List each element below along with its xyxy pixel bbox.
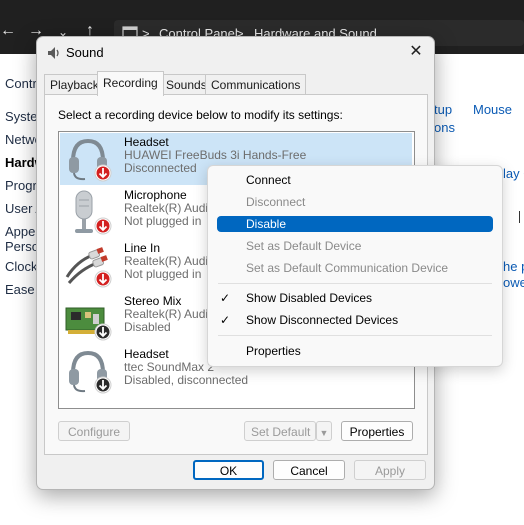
device-driver: ttec SoundMax 2 bbox=[124, 360, 215, 374]
link-power[interactable]: he po bbox=[503, 259, 524, 274]
menu-item-disable[interactable]: Disable bbox=[217, 216, 493, 232]
menu-label: Show Disconnected Devices bbox=[246, 313, 399, 327]
apply-button[interactable]: Apply bbox=[354, 460, 426, 480]
device-name: Line In bbox=[124, 241, 161, 255]
ok-button[interactable]: OK bbox=[193, 460, 264, 480]
link-options[interactable]: ons bbox=[434, 120, 455, 135]
device-driver: Realtek(R) Audio bbox=[124, 201, 215, 215]
text-cursor-marker bbox=[519, 211, 520, 223]
back-arrow-icon[interactable]: ← bbox=[0, 22, 16, 40]
microphone-icon bbox=[75, 190, 112, 235]
menu-item-show-disconnected[interactable]: ✓ Show Disconnected Devices bbox=[217, 309, 493, 331]
device-name: Microphone bbox=[124, 188, 187, 202]
rca-cable-icon bbox=[65, 247, 112, 288]
device-driver: Realtek(R) Audio bbox=[124, 254, 215, 268]
instruction-text: Select a recording device below to modif… bbox=[58, 108, 343, 122]
device-status: Not plugged in bbox=[124, 214, 202, 228]
speaker-icon bbox=[48, 47, 59, 59]
menu-item-properties[interactable]: Properties bbox=[217, 340, 493, 362]
link-display[interactable]: lay C bbox=[503, 166, 524, 181]
menu-item-disconnect[interactable]: Disconnect bbox=[217, 191, 493, 213]
menu-item-connect[interactable]: Connect bbox=[217, 169, 493, 191]
link-mouse[interactable]: Mouse bbox=[473, 102, 512, 117]
menu-label: Disconnect bbox=[246, 195, 306, 209]
tab-playback[interactable]: Playback bbox=[44, 74, 105, 95]
menu-label: Properties bbox=[246, 344, 301, 358]
menu-label: Connect bbox=[246, 173, 291, 187]
device-driver: HUAWEI FreeBuds 3i Hands-Free bbox=[124, 148, 307, 162]
device-status: Not plugged in bbox=[124, 267, 202, 281]
dialog-title: Sound bbox=[66, 45, 104, 60]
headset-icon bbox=[69, 138, 112, 182]
set-default-dropdown[interactable]: ▼ bbox=[316, 421, 332, 441]
device-context-menu: Connect Disconnect Disable Set as Defaul… bbox=[207, 165, 503, 367]
menu-separator bbox=[218, 335, 492, 336]
menu-label: Show Disabled Devices bbox=[246, 291, 373, 305]
device-name: Stereo Mix bbox=[124, 294, 182, 308]
device-properties-button[interactable]: Properties bbox=[341, 421, 413, 441]
menu-label: Set as Default Device bbox=[246, 239, 362, 253]
checkmark-icon: ✓ bbox=[220, 313, 231, 327]
tab-communications[interactable]: Communications bbox=[205, 74, 307, 95]
chevron-down-icon: ▼ bbox=[319, 428, 329, 438]
window-top-strip bbox=[0, 0, 524, 8]
link-startup[interactable]: tup bbox=[434, 102, 452, 117]
set-default-button[interactable]: Set Default bbox=[244, 421, 316, 441]
device-status: Disabled bbox=[124, 320, 171, 334]
left-nav-item[interactable]: Contr bbox=[5, 76, 37, 91]
sound-card-icon bbox=[65, 307, 112, 341]
close-icon[interactable]: ✕ bbox=[398, 37, 434, 67]
tab-recording[interactable]: Recording bbox=[97, 71, 164, 96]
device-status: Disabled, disconnected bbox=[124, 373, 249, 387]
device-name: Headset bbox=[124, 135, 169, 149]
left-nav-item[interactable]: Clock bbox=[5, 259, 38, 274]
menu-label: Set as Default Communication Device bbox=[246, 261, 449, 275]
link-power-2[interactable]: owe bbox=[503, 275, 524, 290]
menu-item-set-default-comm[interactable]: Set as Default Communication Device bbox=[217, 257, 493, 279]
device-name: Headset bbox=[124, 347, 169, 361]
menu-item-show-disabled[interactable]: ✓ Show Disabled Devices bbox=[217, 287, 493, 309]
device-status: Disconnected bbox=[124, 161, 197, 175]
menu-item-set-default[interactable]: Set as Default Device bbox=[217, 235, 493, 257]
headset-icon bbox=[69, 350, 112, 394]
menu-label: Disable bbox=[246, 217, 287, 231]
menu-separator bbox=[218, 283, 492, 284]
device-driver: Realtek(R) Audio bbox=[124, 307, 215, 321]
configure-button[interactable]: Configure bbox=[58, 421, 130, 441]
checkmark-icon: ✓ bbox=[220, 291, 231, 305]
cancel-button[interactable]: Cancel bbox=[273, 460, 345, 480]
